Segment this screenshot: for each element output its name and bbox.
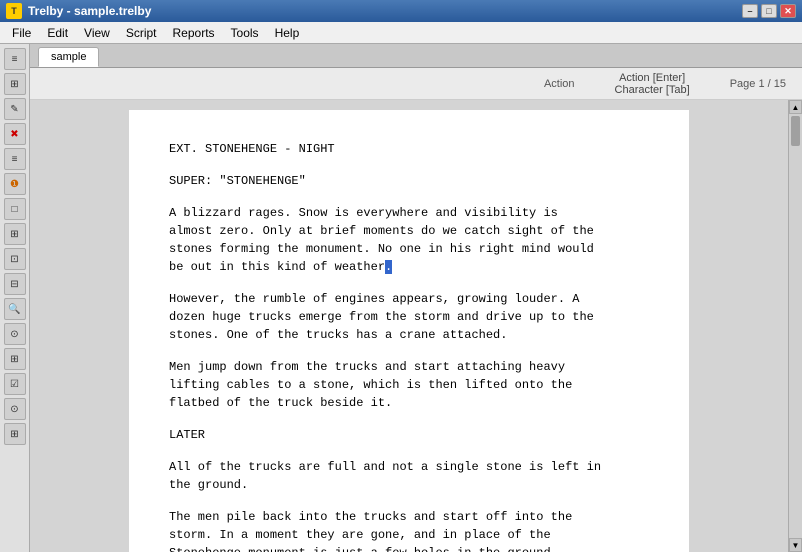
menu-item-help[interactable]: Help xyxy=(267,24,308,42)
action-hint: Action [Enter] xyxy=(619,72,685,84)
box2-icon[interactable]: ⊡ xyxy=(4,248,26,270)
menu-item-view[interactable]: View xyxy=(76,24,118,42)
header-cols: Action Action [Enter] Character [Tab] Pa… xyxy=(544,72,786,96)
tab-bar: sample xyxy=(30,44,802,68)
action-paragraph: A blizzard rages. Snow is everywhere and… xyxy=(169,204,649,276)
tab-label: sample xyxy=(51,51,86,63)
grid4-icon[interactable]: ⊞ xyxy=(4,423,26,445)
search-icon[interactable]: 🔍 xyxy=(4,298,26,320)
action-header-label: Action xyxy=(544,78,575,90)
action-paragraph: The men pile back into the trucks and st… xyxy=(169,508,649,552)
scene-heading: EXT. STONEHENGE - NIGHT xyxy=(169,140,649,158)
left-toolbar: ≡ ⊞ ✎ ✖ ≡ ❶ □ ⊞ ⊡ ⊟ 🔍 ⊙ ⊞ ☑ ⊙ ⊞ xyxy=(0,44,30,552)
blank-line xyxy=(169,164,649,172)
blank-line xyxy=(169,196,649,204)
lines-icon[interactable]: ≡ xyxy=(4,148,26,170)
circle-icon[interactable]: ⊙ xyxy=(4,323,26,345)
menu-icon[interactable]: ≡ xyxy=(4,48,26,70)
box-icon[interactable]: □ xyxy=(4,198,26,220)
script-doc-header: Action Action [Enter] Character [Tab] Pa… xyxy=(30,68,802,100)
action-paragraph: Men jump down from the trucks and start … xyxy=(169,358,649,412)
grid3-icon[interactable]: ⊞ xyxy=(4,348,26,370)
menu-item-script[interactable]: Script xyxy=(118,24,165,42)
blank-line xyxy=(169,418,649,426)
blank-line xyxy=(169,500,649,508)
grid-icon[interactable]: ⊞ xyxy=(4,73,26,95)
close-button[interactable]: ✕ xyxy=(780,4,796,18)
blank-line xyxy=(169,450,649,458)
title-bar: T Trelby - sample.trelby – □ ✕ xyxy=(0,0,802,22)
menu-item-reports[interactable]: Reports xyxy=(165,24,223,42)
close-red-icon[interactable]: ✖ xyxy=(4,123,26,145)
menu-bar: FileEditViewScriptReportsToolsHelp xyxy=(0,22,802,44)
app-icon: T xyxy=(6,3,22,19)
check-icon[interactable]: ☑ xyxy=(4,373,26,395)
scroll-up-arrow[interactable]: ▲ xyxy=(789,100,802,114)
circle2-icon[interactable]: ⊙ xyxy=(4,398,26,420)
tab-sample[interactable]: sample xyxy=(38,47,99,67)
edit-icon[interactable]: ✎ xyxy=(4,98,26,120)
minimize-button[interactable]: – xyxy=(742,4,758,18)
maximize-button[interactable]: □ xyxy=(761,4,777,18)
blank-line xyxy=(169,282,649,290)
menu-item-file[interactable]: File xyxy=(4,24,39,42)
text-cursor: . xyxy=(385,260,392,274)
menu-item-edit[interactable]: Edit xyxy=(39,24,76,42)
action-paragraph: All of the trucks are full and not a sin… xyxy=(169,458,649,494)
scroll-down-arrow[interactable]: ▼ xyxy=(789,538,802,552)
transition-line: LATER xyxy=(169,426,649,444)
action-hint-label: Action [Enter] Character [Tab] xyxy=(615,72,690,96)
scroll-thumb[interactable] xyxy=(791,116,800,146)
one-icon[interactable]: ❶ xyxy=(4,173,26,195)
page-info-label: Page 1 / 15 xyxy=(730,78,786,90)
content-area: sample Action Action [Enter] Character [… xyxy=(30,44,802,552)
title-bar-controls: – □ ✕ xyxy=(742,4,796,18)
script-page: EXT. STONEHENGE - NIGHT SUPER: "STONEHENG… xyxy=(129,110,689,552)
window-title: Trelby - sample.trelby xyxy=(28,4,151,18)
main-layout: ≡ ⊞ ✎ ✖ ≡ ❶ □ ⊞ ⊡ ⊟ 🔍 ⊙ ⊞ ☑ ⊙ ⊞ sample Action Action [E… xyxy=(0,44,802,552)
box3-icon[interactable]: ⊟ xyxy=(4,273,26,295)
script-scroll-area[interactable]: EXT. STONEHENGE - NIGHT SUPER: "STONEHENG… xyxy=(30,100,788,552)
title-bar-left: T Trelby - sample.trelby xyxy=(6,3,151,19)
script-doc-container: Action Action [Enter] Character [Tab] Pa… xyxy=(30,68,802,552)
vertical-scrollbar[interactable]: ▲ ▼ xyxy=(788,100,802,552)
character-hint: Character [Tab] xyxy=(615,84,690,96)
action-paragraph: SUPER: "STONEHENGE" xyxy=(169,172,649,190)
blank-line xyxy=(169,350,649,358)
grid2-icon[interactable]: ⊞ xyxy=(4,223,26,245)
menu-item-tools[interactable]: Tools xyxy=(223,24,267,42)
action-paragraph: However, the rumble of engines appears, … xyxy=(169,290,649,344)
